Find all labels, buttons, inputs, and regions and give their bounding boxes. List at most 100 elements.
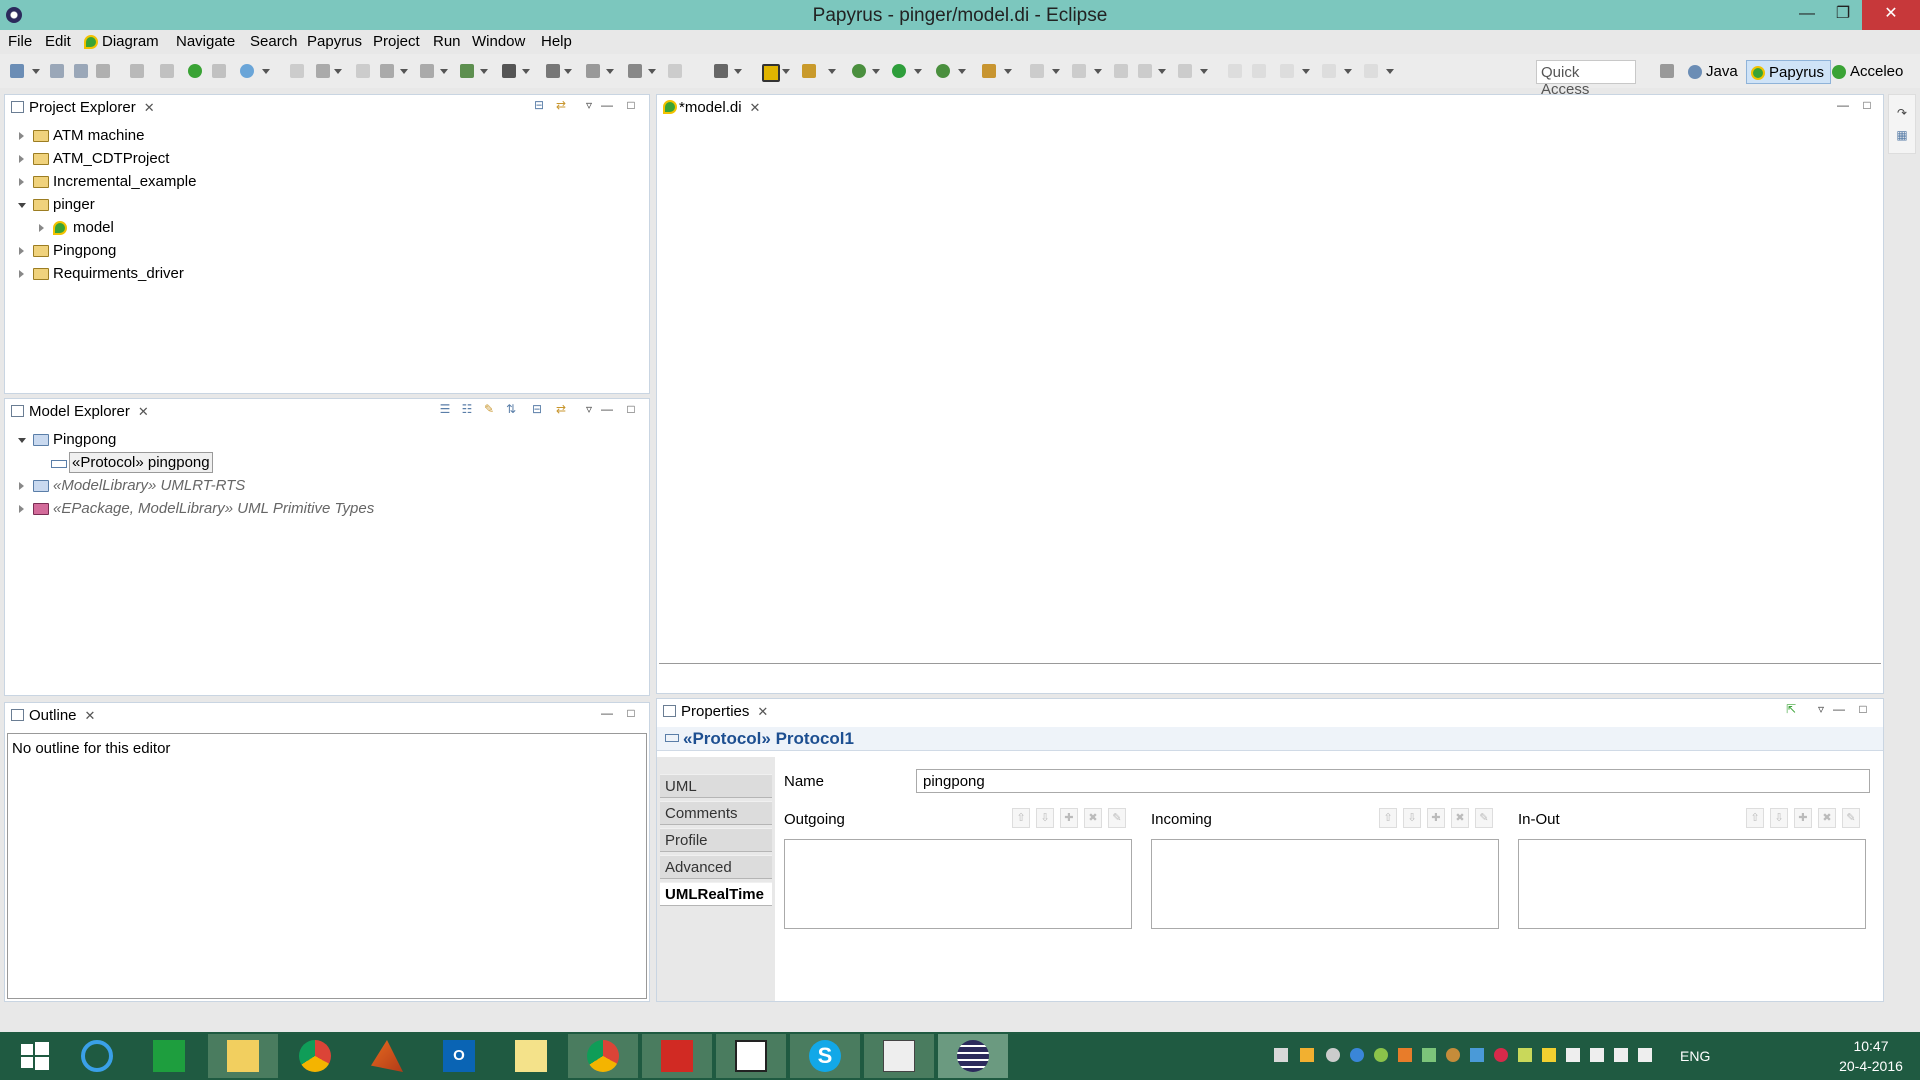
tab-model-explorer[interactable]: Model Explorer ✕ (5, 399, 157, 423)
restore-view-icon[interactable]: ↷ (1896, 107, 1908, 119)
tray-icon[interactable] (1518, 1048, 1532, 1062)
tab-comments[interactable]: Comments (660, 801, 772, 825)
pin-icon[interactable]: ⇱ (1785, 703, 1797, 715)
maximize-view-icon[interactable]: □ (1861, 99, 1873, 111)
taskbar-outlook[interactable]: O (424, 1034, 494, 1078)
clock-time[interactable]: 10:47 (1836, 1038, 1906, 1054)
taskbar-notes[interactable] (496, 1034, 566, 1078)
dropdown-icon[interactable] (480, 69, 488, 74)
new-dropdown-icon[interactable] (32, 69, 40, 74)
dropdown-icon[interactable] (872, 69, 880, 74)
dropdown-icon[interactable] (1386, 69, 1394, 74)
link-editor-icon[interactable]: ⇄ (555, 99, 567, 111)
external-tools-icon[interactable] (936, 64, 950, 78)
tool-icon[interactable] (586, 64, 600, 78)
edit-icon[interactable]: ✎ (1842, 808, 1860, 828)
dropdown-icon[interactable] (400, 69, 408, 74)
expand-icon[interactable] (19, 155, 24, 163)
dropdown-icon[interactable] (1094, 69, 1102, 74)
dropdown-icon[interactable] (606, 69, 614, 74)
remove-icon[interactable]: ✖ (1084, 808, 1102, 828)
dropdown-icon[interactable] (828, 69, 836, 74)
customize-icon[interactable]: ✎ (483, 403, 495, 415)
dropdown-icon[interactable] (564, 69, 572, 74)
close-window-button[interactable]: ✕ (1862, 0, 1920, 30)
debug-icon[interactable] (852, 64, 866, 78)
sort-icon[interactable]: ⇅ (505, 403, 517, 415)
save-all-icon[interactable] (74, 64, 88, 78)
tool-icon[interactable] (212, 64, 226, 78)
outgoing-list[interactable] (784, 839, 1132, 929)
tray-icon[interactable] (1494, 1048, 1508, 1062)
view-menu-icon[interactable]: ▿ (583, 99, 595, 111)
minimize-view-icon[interactable]: — (1837, 99, 1849, 111)
link-editor-icon[interactable]: ⇄ (555, 403, 567, 415)
collapse-icon[interactable] (18, 438, 26, 443)
menu-navigate[interactable]: Navigate (176, 33, 235, 50)
tab-project-explorer[interactable]: Project Explorer ✕ (5, 95, 163, 119)
tool-icon[interactable] (628, 64, 642, 78)
back-icon[interactable] (1138, 64, 1152, 78)
minimize-view-icon[interactable]: — (601, 707, 613, 719)
remove-icon[interactable]: ✖ (1451, 808, 1469, 828)
taskbar-eclipse[interactable] (938, 1034, 1008, 1078)
tool-icon[interactable] (290, 64, 304, 78)
perspective-java[interactable]: Java (1684, 60, 1744, 84)
save-icon[interactable] (50, 64, 64, 78)
tray-icon[interactable] (1374, 1048, 1388, 1062)
move-up-icon[interactable]: ⇧ (1379, 808, 1397, 828)
tool-icon[interactable] (1252, 64, 1266, 78)
add-icon[interactable]: ✚ (1427, 808, 1445, 828)
restore-icon[interactable]: ❐ (1824, 0, 1862, 30)
menu-edit[interactable]: Edit (45, 33, 71, 50)
add-icon[interactable]: ✚ (1060, 808, 1078, 828)
maximize-view-icon[interactable]: □ (625, 403, 637, 415)
view-menu-icon[interactable]: ▿ (1815, 703, 1827, 715)
tool-icon[interactable] (1228, 64, 1242, 78)
expand-icon[interactable] (19, 270, 24, 278)
tray-icon[interactable] (1350, 1048, 1364, 1062)
menu-project[interactable]: Project (373, 33, 420, 50)
dropdown-icon[interactable] (1200, 69, 1208, 74)
tab-outline[interactable]: Outline ✕ (5, 703, 103, 727)
line-icon[interactable] (1364, 64, 1378, 78)
move-up-icon[interactable]: ⇧ (1746, 808, 1764, 828)
tray-icon[interactable] (1326, 1048, 1340, 1062)
taskbar-texworks[interactable] (716, 1034, 786, 1078)
expand-icon[interactable] (19, 247, 24, 255)
move-up-icon[interactable]: ⇧ (1012, 808, 1030, 828)
collapse-icon[interactable] (18, 203, 26, 208)
tree-view-icon[interactable]: ☷ (461, 403, 473, 415)
taskbar-store[interactable] (134, 1034, 204, 1078)
expand-icon[interactable] (39, 224, 44, 232)
shield-icon[interactable] (1542, 1048, 1556, 1062)
run-icon[interactable] (892, 64, 906, 78)
incoming-list[interactable] (1151, 839, 1499, 929)
close-tab-icon[interactable]: ✕ (138, 404, 149, 419)
menu-file[interactable]: File (8, 33, 32, 50)
dropdown-icon[interactable] (648, 69, 656, 74)
tab-properties[interactable]: Properties ✕ (657, 699, 776, 723)
expand-icon[interactable] (19, 132, 24, 140)
taskbar-chrome[interactable] (280, 1034, 350, 1078)
dropdown-icon[interactable] (958, 69, 966, 74)
tray-icon[interactable] (1398, 1048, 1412, 1062)
new-icon[interactable] (10, 64, 24, 78)
minimize-view-icon[interactable]: — (1833, 703, 1845, 715)
cloud-icon[interactable] (1274, 1048, 1288, 1062)
dropdown-icon[interactable] (440, 69, 448, 74)
open-perspective-icon[interactable] (1660, 64, 1674, 78)
collapse-all-icon[interactable]: ⊟ (531, 403, 543, 415)
taskbar-texmaker[interactable] (864, 1034, 934, 1078)
taskbar-matlab[interactable] (352, 1034, 422, 1078)
tray-icon[interactable] (1300, 1048, 1314, 1062)
dropdown-icon[interactable] (1344, 69, 1352, 74)
taskbar-chrome-2[interactable] (568, 1034, 638, 1078)
tool-icon[interactable] (130, 64, 144, 78)
dropdown-icon[interactable] (1158, 69, 1166, 74)
arrow-icon[interactable] (316, 64, 330, 78)
tool-icon[interactable] (460, 64, 474, 78)
remove-icon[interactable]: ✖ (1818, 808, 1836, 828)
clock-date[interactable]: 20-4-2016 (1836, 1058, 1906, 1074)
tool-icon[interactable] (714, 64, 728, 78)
